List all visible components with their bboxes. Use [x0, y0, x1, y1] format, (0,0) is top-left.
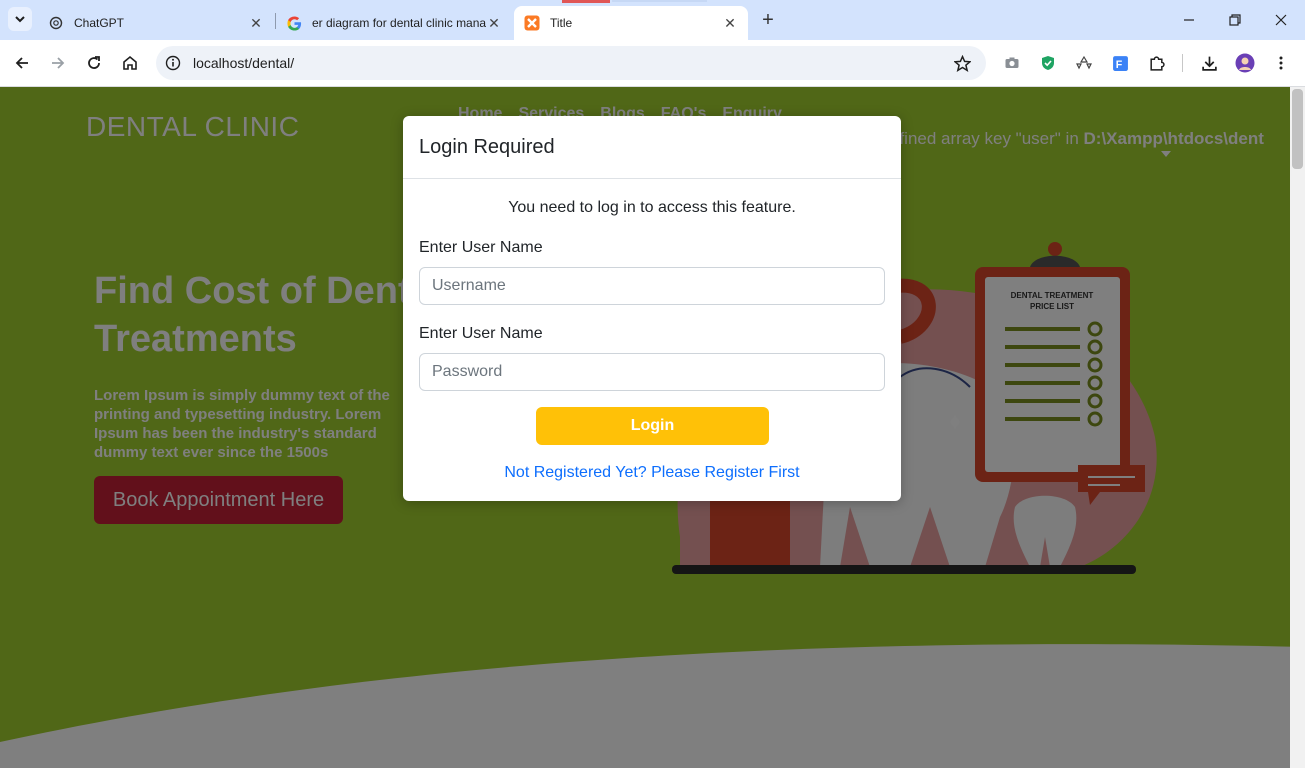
translate-extension-icon[interactable]: F	[1109, 52, 1131, 74]
home-button[interactable]	[118, 51, 142, 75]
modal-title: Login Required	[419, 135, 555, 158]
window-close-button[interactable]	[1269, 8, 1293, 32]
home-icon	[123, 55, 137, 70]
recycle-extension-icon[interactable]	[1073, 52, 1095, 74]
close-icon[interactable]: ✕	[486, 15, 502, 31]
xampp-icon	[524, 15, 540, 31]
arrow-left-icon	[15, 57, 28, 69]
reload-icon	[88, 56, 100, 69]
profile-avatar[interactable]	[1234, 52, 1256, 74]
login-modal: Login Required You need to log in to acc…	[403, 116, 901, 501]
tab-label: er diagram for dental clinic management	[312, 16, 486, 30]
reload-button[interactable]	[82, 51, 106, 75]
toolbar-divider	[1182, 54, 1183, 72]
tab-search-button[interactable]	[8, 7, 32, 31]
url-text: localhost/dental/	[193, 55, 295, 71]
extensions-puzzle-icon[interactable]	[1145, 52, 1167, 74]
tab-label: Title	[550, 16, 573, 30]
password-label: Enter User Name	[419, 325, 543, 342]
tab-google-search[interactable]: er diagram for dental clinic management …	[276, 6, 512, 40]
tab-strip: ChatGPT ✕ er diagram for dental clinic m…	[0, 0, 1305, 40]
tab-label: ChatGPT	[74, 16, 125, 30]
restore-icon	[1229, 14, 1241, 26]
username-label: Enter User Name	[419, 239, 543, 256]
more-menu-icon[interactable]	[1270, 52, 1292, 74]
chevron-down-icon	[15, 16, 25, 23]
site-info-icon[interactable]	[164, 54, 182, 72]
minimize-icon	[1184, 19, 1194, 21]
modal-message: You need to log in to access this featur…	[508, 199, 796, 216]
close-icon[interactable]: ✕	[722, 15, 738, 31]
back-button[interactable]	[10, 51, 34, 75]
chatgpt-icon	[48, 15, 64, 31]
minimize-button[interactable]	[1177, 8, 1201, 32]
login-button[interactable]: Login	[536, 407, 769, 445]
tab-indicator	[562, 0, 610, 3]
bookmark-star-icon[interactable]	[952, 53, 972, 73]
screenshot-extension-icon[interactable]	[1001, 52, 1023, 74]
scrollbar-thumb[interactable]	[1292, 89, 1303, 169]
username-input[interactable]	[419, 267, 885, 305]
password-input[interactable]	[419, 353, 885, 391]
new-tab-button[interactable]: +	[757, 9, 779, 31]
arrow-right-icon	[52, 57, 65, 69]
close-icon	[1275, 14, 1287, 26]
register-link[interactable]: Not Registered Yet? Please Register Firs…	[403, 464, 901, 482]
modal-header: Login Required	[403, 116, 901, 179]
tab-title[interactable]: Title ✕	[514, 6, 748, 40]
tab-indicator	[612, 0, 707, 2]
close-icon[interactable]: ✕	[248, 15, 264, 31]
browser-toolbar: localhost/dental/ F	[0, 40, 1305, 87]
svg-text:F: F	[1115, 58, 1122, 70]
downloads-icon[interactable]	[1198, 52, 1220, 74]
restore-button[interactable]	[1223, 8, 1247, 32]
shield-extension-icon[interactable]	[1037, 52, 1059, 74]
forward-button[interactable]	[46, 51, 70, 75]
tab-chatgpt[interactable]: ChatGPT ✕	[38, 6, 274, 40]
google-icon	[286, 15, 302, 31]
address-bar[interactable]: localhost/dental/	[156, 46, 986, 80]
page-scrollbar[interactable]	[1290, 87, 1305, 768]
